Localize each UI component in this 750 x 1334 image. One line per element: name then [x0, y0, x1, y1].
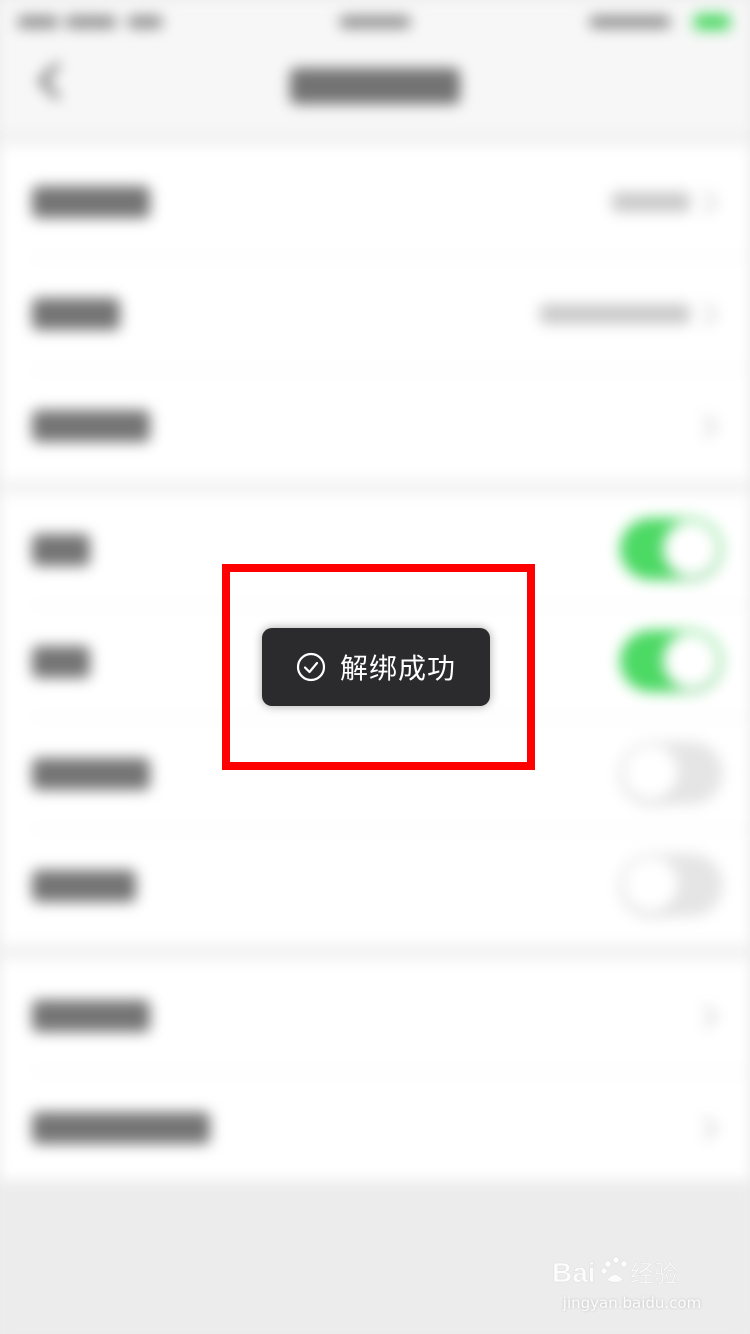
toast-notification: 解绑成功 [262, 628, 490, 706]
toggle-switch[interactable] [620, 742, 722, 804]
row-label [32, 534, 90, 566]
row-label [32, 646, 90, 678]
row-label [32, 1000, 150, 1032]
status-bar [0, 0, 750, 44]
row-label [32, 870, 136, 902]
navigation-bar [0, 44, 750, 130]
chevron-right-icon [693, 1004, 718, 1029]
row-label [32, 410, 150, 442]
phone-screen: 解绑成功 Bai 经验 jingyan.baidu.com [0, 0, 750, 1334]
signal-indicator [18, 8, 168, 34]
settings-row[interactable] [0, 146, 750, 258]
chevron-right-icon [693, 414, 718, 439]
settings-row[interactable] [0, 960, 750, 1072]
baidu-logo: Bai 经验 [552, 1256, 678, 1288]
clock [340, 8, 410, 34]
chevron-right-icon [693, 302, 718, 327]
row-label [32, 1112, 210, 1144]
settings-row[interactable] [0, 258, 750, 370]
row-label [32, 298, 120, 330]
settings-group-account [0, 146, 750, 480]
svg-text:经验: 经验 [630, 1260, 678, 1288]
settings-group-devices [0, 960, 750, 1184]
baidu-jingyan-watermark: Bai 经验 jingyan.baidu.com [552, 1252, 712, 1316]
svg-text:Bai: Bai [552, 1257, 596, 1288]
row-label [32, 186, 150, 218]
toast-message: 解绑成功 [339, 652, 456, 685]
page-title [290, 68, 460, 104]
battery-indicator [590, 8, 730, 34]
toggle-switch[interactable] [620, 630, 722, 692]
chevron-right-icon [693, 190, 718, 215]
settings-row [0, 830, 750, 942]
watermark-url: jingyan.baidu.com [562, 1294, 702, 1312]
check-circle-icon [296, 652, 326, 682]
back-icon[interactable] [38, 62, 76, 100]
battery-icon [694, 14, 730, 30]
row-value [540, 304, 690, 324]
row-label [32, 758, 150, 790]
chevron-right-icon [693, 1116, 718, 1141]
settings-row[interactable] [0, 370, 750, 482]
row-value [612, 192, 690, 212]
toggle-switch[interactable] [620, 518, 722, 580]
toggle-switch[interactable] [620, 854, 722, 916]
settings-row[interactable] [0, 1072, 750, 1184]
